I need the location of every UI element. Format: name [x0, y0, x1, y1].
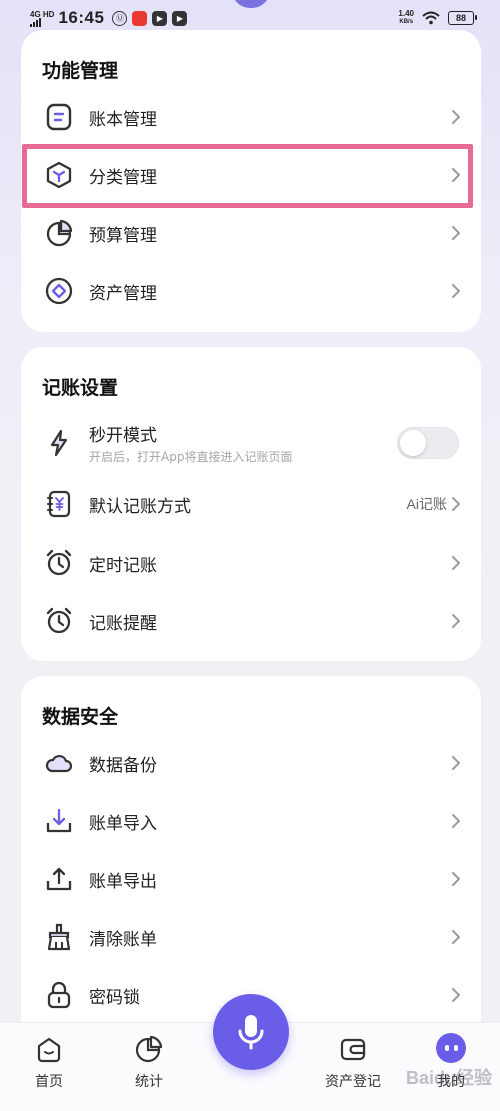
alarm-clock-icon — [43, 547, 75, 579]
nav-stats[interactable]: 统计 — [109, 1033, 189, 1091]
lightning-icon — [43, 427, 75, 459]
microphone-icon — [238, 1015, 264, 1050]
menu-item-label: 清除账单 — [89, 929, 157, 950]
app-notification-icon — [132, 10, 148, 26]
menu-item-label: 资产管理 — [89, 283, 157, 304]
nav-label: 首页 — [35, 1074, 63, 1090]
video-app-icon: ▶ — [172, 10, 188, 26]
chevron-right-icon — [449, 494, 463, 514]
setting-quick-open: 秒开模式 开启后，打开App将直接进入记账页面 — [21, 411, 481, 475]
chevron-right-icon — [449, 611, 463, 631]
menu-item-ledger[interactable]: 账本管理 — [21, 88, 481, 146]
section-title: 记账设置 — [42, 377, 119, 399]
menu-item-budget[interactable]: 预算管理 — [21, 204, 481, 262]
setting-default-method[interactable]: 默认记账方式 Ai记账 — [21, 475, 481, 533]
pie-chart-icon — [43, 217, 75, 249]
setting-label: 记账提醒 — [89, 613, 157, 634]
voice-record-button[interactable] — [213, 994, 289, 1070]
chevron-right-icon — [449, 927, 463, 947]
video-app-icon: ▶ — [152, 10, 168, 26]
pie-chart-icon — [133, 1033, 165, 1065]
ledger-icon — [43, 101, 75, 133]
wifi-icon — [422, 11, 440, 25]
nav-home[interactable]: 首页 — [9, 1033, 89, 1091]
menu-item-label: 预算管理 — [89, 225, 157, 246]
lock-icon — [43, 979, 75, 1011]
bookkeeping-settings-card: 记账设置 秒开模式 开启后，打开App将直接进入记账页面 默认记账方式 Ai记账… — [21, 347, 481, 661]
wallet-icon — [337, 1033, 369, 1065]
setting-value: Ai记账 — [406, 496, 447, 512]
chevron-right-icon — [449, 281, 463, 301]
menu-item-label: 账单导入 — [89, 813, 157, 834]
alarm-clock-icon — [43, 605, 75, 637]
chevron-right-icon — [449, 869, 463, 889]
asset-coin-icon — [43, 275, 75, 307]
chevron-right-icon — [449, 811, 463, 831]
setting-label: 定时记账 — [89, 555, 157, 576]
menu-item-label: 账本管理 — [89, 109, 157, 130]
nav-label: 资产登记 — [325, 1074, 381, 1090]
menu-item-label: 账单导出 — [89, 871, 157, 892]
home-icon — [33, 1033, 65, 1065]
menu-item-label: 数据备份 — [89, 755, 157, 776]
battery-icon: 88 — [448, 11, 477, 25]
chevron-right-icon — [449, 553, 463, 573]
highlight-annotation — [22, 144, 473, 208]
chevron-right-icon — [449, 107, 463, 127]
chevron-right-icon — [449, 223, 463, 243]
menu-item-label: 密码锁 — [89, 987, 140, 1008]
menu-item-backup[interactable]: 数据备份 — [21, 734, 481, 792]
setting-reminder[interactable]: 记账提醒 — [21, 592, 481, 650]
chevron-right-icon — [449, 985, 463, 1005]
cloud-icon — [43, 747, 75, 779]
menu-item-assets[interactable]: 资产管理 — [21, 262, 481, 320]
watermark: Baidu经验 — [405, 1068, 492, 1088]
clock: 16:45 — [58, 8, 105, 27]
menu-item-export[interactable]: 账单导出 — [21, 850, 481, 908]
setting-subtitle: 开启后，打开App将直接进入记账页面 — [89, 450, 293, 464]
nav-label: 统计 — [135, 1074, 163, 1090]
setting-timed-bookkeeping[interactable]: 定时记账 — [21, 534, 481, 592]
me-face-icon — [436, 1033, 466, 1063]
setting-label: 默认记账方式 — [89, 496, 191, 517]
setting-label: 秒开模式 — [89, 426, 157, 446]
network-indicator: 4G HD — [30, 10, 54, 27]
signal-icon — [30, 17, 54, 27]
section-title: 功能管理 — [42, 60, 119, 82]
chevron-right-icon — [449, 753, 463, 773]
broom-icon — [43, 921, 75, 953]
upload-icon — [43, 863, 75, 895]
section-title: 数据安全 — [42, 706, 119, 728]
yuan-receipt-icon — [43, 488, 75, 520]
network-speed: 1.40 KB/s — [398, 9, 414, 26]
download-icon — [43, 805, 75, 837]
toggle-knob — [400, 430, 426, 456]
menu-item-import[interactable]: 账单导入 — [21, 792, 481, 850]
app-notification-icon: Ⓤ — [112, 10, 128, 26]
menu-item-clear[interactable]: 清除账单 — [21, 908, 481, 966]
quick-open-toggle[interactable] — [397, 427, 459, 459]
nav-assets[interactable]: 资产登记 — [313, 1033, 393, 1091]
